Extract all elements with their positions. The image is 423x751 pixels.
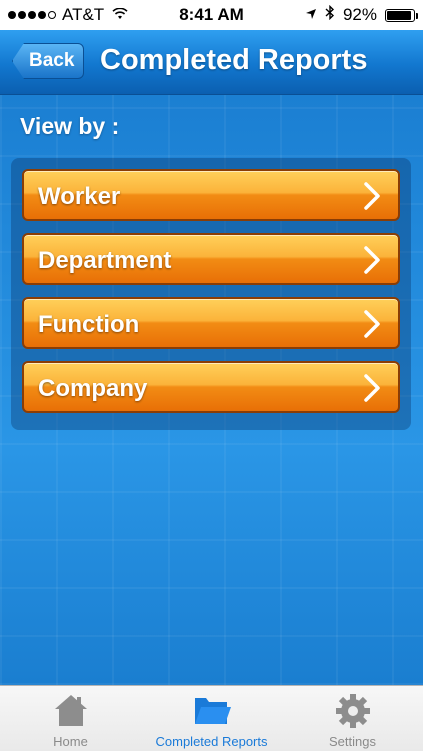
back-button[interactable]: Back	[12, 43, 84, 79]
company-button[interactable]: Company	[22, 361, 400, 413]
tab-settings-label: Settings	[329, 734, 376, 749]
location-arrow-icon	[305, 5, 317, 25]
department-button[interactable]: Department	[22, 233, 400, 285]
worker-label: Worker	[38, 183, 121, 210]
home-icon	[54, 695, 87, 726]
function-button[interactable]: Function	[22, 297, 400, 349]
gear-icon	[335, 694, 370, 728]
bluetooth-icon	[325, 4, 335, 25]
tab-settings[interactable]: Settings	[282, 686, 423, 751]
page-title: Completed Reports	[100, 44, 368, 76]
status-right: 92%	[305, 4, 418, 25]
tab-bar: Home Completed Reports Settings	[0, 685, 423, 751]
chevron-right-icon	[364, 374, 380, 402]
navigation-bar: Back Completed Reports	[0, 30, 423, 95]
chevron-right-icon	[364, 310, 380, 338]
battery-icon	[385, 8, 418, 22]
tab-completed-reports-label: Completed Reports	[155, 734, 268, 749]
worker-button[interactable]: Worker	[22, 169, 400, 221]
status-bar: AT&T 8:41 AM 92%	[0, 0, 423, 30]
chevron-right-icon	[364, 182, 380, 210]
content-area: View by : Worker Department Function Com…	[0, 95, 423, 685]
department-label: Department	[38, 247, 172, 274]
view-by-label: View by :	[20, 113, 120, 139]
folder-icon	[194, 698, 231, 724]
battery-percent: 92%	[342, 5, 377, 24]
tab-completed-reports[interactable]: Completed Reports	[141, 686, 282, 751]
chevron-right-icon	[364, 246, 380, 274]
options-panel: Worker Department Function Company	[11, 158, 411, 430]
company-label: Company	[38, 375, 148, 402]
function-label: Function	[38, 311, 140, 338]
tab-home[interactable]: Home	[0, 686, 141, 751]
tab-home-label: Home	[53, 734, 88, 749]
